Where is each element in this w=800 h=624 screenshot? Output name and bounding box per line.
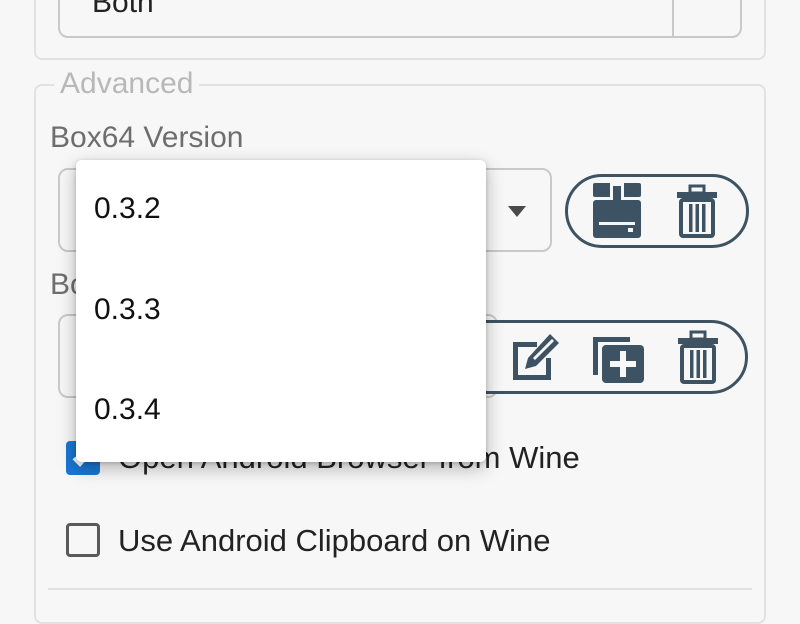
download-icon bbox=[593, 182, 641, 238]
chevron-down-icon[interactable] bbox=[508, 206, 526, 217]
version-option[interactable]: 0.3.3 bbox=[76, 261, 486, 361]
version-option-label: 0.3.3 bbox=[94, 293, 161, 326]
add-copy-icon bbox=[593, 337, 644, 383]
install-version-button[interactable] bbox=[588, 177, 646, 245]
edit-preset-button[interactable] bbox=[507, 323, 567, 391]
box64-preset-actions bbox=[440, 320, 748, 394]
remove-preset-button[interactable] bbox=[669, 323, 727, 391]
use-android-clipboard-checkbox[interactable] bbox=[66, 523, 100, 557]
top-select[interactable]: Both bbox=[58, 0, 742, 38]
advanced-legend: Advanced bbox=[54, 67, 200, 101]
version-option-label: 0.3.4 bbox=[94, 393, 161, 426]
remove-version-button[interactable] bbox=[668, 177, 726, 245]
trash-icon bbox=[677, 184, 717, 238]
trash-icon bbox=[678, 330, 718, 384]
version-option-label: 0.3.2 bbox=[94, 192, 161, 225]
top-select-value: Both bbox=[92, 0, 154, 19]
divider bbox=[48, 588, 752, 590]
box64-version-label: Box64 Version bbox=[50, 121, 244, 154]
version-option[interactable]: 0.3.2 bbox=[76, 160, 486, 260]
box64-version-actions bbox=[565, 174, 749, 248]
duplicate-preset-button[interactable] bbox=[587, 323, 649, 391]
box64-version-dropdown: 0.3.2 0.3.3 0.3.4 bbox=[76, 160, 486, 462]
edit-icon bbox=[513, 334, 559, 380]
version-option[interactable]: 0.3.4 bbox=[76, 361, 486, 461]
top-select-divider bbox=[672, 0, 674, 36]
use-android-clipboard-label[interactable]: Use Android Clipboard on Wine bbox=[118, 523, 551, 559]
